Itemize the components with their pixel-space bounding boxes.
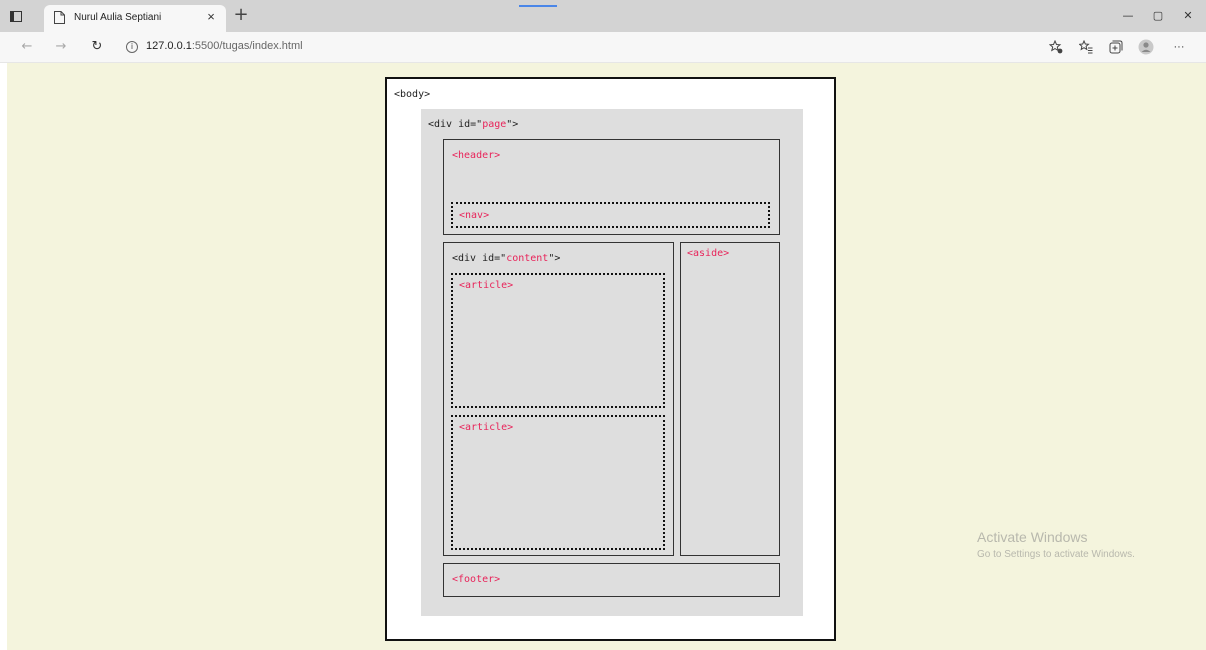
body-label: <body>	[394, 89, 431, 100]
url-path: :5500/tugas/index.html	[191, 40, 303, 52]
tab-actions-icon[interactable]	[8, 8, 24, 24]
page-div-box: <div id="page"> <header> <nav> <div id="…	[421, 109, 803, 616]
new-tab-button[interactable]: +	[233, 6, 249, 24]
nav-box: <nav>	[451, 202, 770, 228]
nav-label: <nav>	[459, 210, 490, 221]
body-box: <body> <div id="page"> <header> <nav> <d…	[385, 77, 836, 641]
aside-label: <aside>	[687, 248, 730, 259]
restore-button[interactable]: ▢	[1144, 6, 1172, 26]
tab-bar: Nurul Aulia Septiani × + — ▢ ✕	[0, 0, 1206, 32]
tab-close-button[interactable]: ×	[204, 10, 218, 24]
refresh-icon[interactable]: ↻	[88, 38, 106, 56]
article-box: <article>	[451, 273, 665, 408]
back-icon[interactable]: ←	[18, 38, 36, 56]
header-label: <header>	[452, 150, 501, 161]
tab-title: Nurul Aulia Septiani	[74, 12, 162, 23]
profile-icon[interactable]	[1137, 38, 1155, 56]
content-div-box: <div id="content"> <article> <article>	[443, 242, 674, 556]
minimize-button[interactable]: —	[1114, 6, 1142, 26]
browser-toolbar: ← → ↻ i 127.0.0.1:5500/tugas/index.html …	[0, 32, 1206, 63]
article-label: <article>	[459, 422, 514, 433]
activate-windows-subtitle: Go to Settings to activate Windows.	[977, 549, 1135, 560]
page-viewport: <body> <div id="page"> <header> <nav> <d…	[7, 63, 1206, 650]
footer-label: <footer>	[452, 574, 501, 585]
favorites-icon[interactable]	[1077, 38, 1095, 56]
aside-box: <aside>	[680, 242, 780, 556]
article-box: <article>	[451, 415, 665, 550]
footer-box: <footer>	[443, 563, 780, 597]
add-favorite-icon[interactable]	[1047, 38, 1065, 56]
activate-windows-title: Activate Windows	[977, 529, 1088, 545]
more-icon[interactable]: ···	[1170, 38, 1188, 56]
tab-drag-indicator	[519, 5, 557, 7]
info-icon[interactable]: i	[126, 41, 138, 53]
close-window-button[interactable]: ✕	[1174, 6, 1202, 26]
collections-icon[interactable]	[1107, 38, 1125, 56]
page-div-label: <div id="page">	[428, 119, 519, 130]
article-label: <article>	[459, 280, 514, 291]
forward-icon[interactable]: →	[52, 38, 70, 56]
header-box: <header> <nav>	[443, 139, 780, 235]
page-icon	[54, 11, 66, 25]
url-host: 127.0.0.1	[146, 40, 192, 52]
browser-tab[interactable]: Nurul Aulia Septiani ×	[44, 5, 226, 32]
content-div-label: <div id="content">	[452, 253, 561, 264]
address-bar[interactable]: 127.0.0.1:5500/tugas/index.html	[146, 40, 303, 52]
